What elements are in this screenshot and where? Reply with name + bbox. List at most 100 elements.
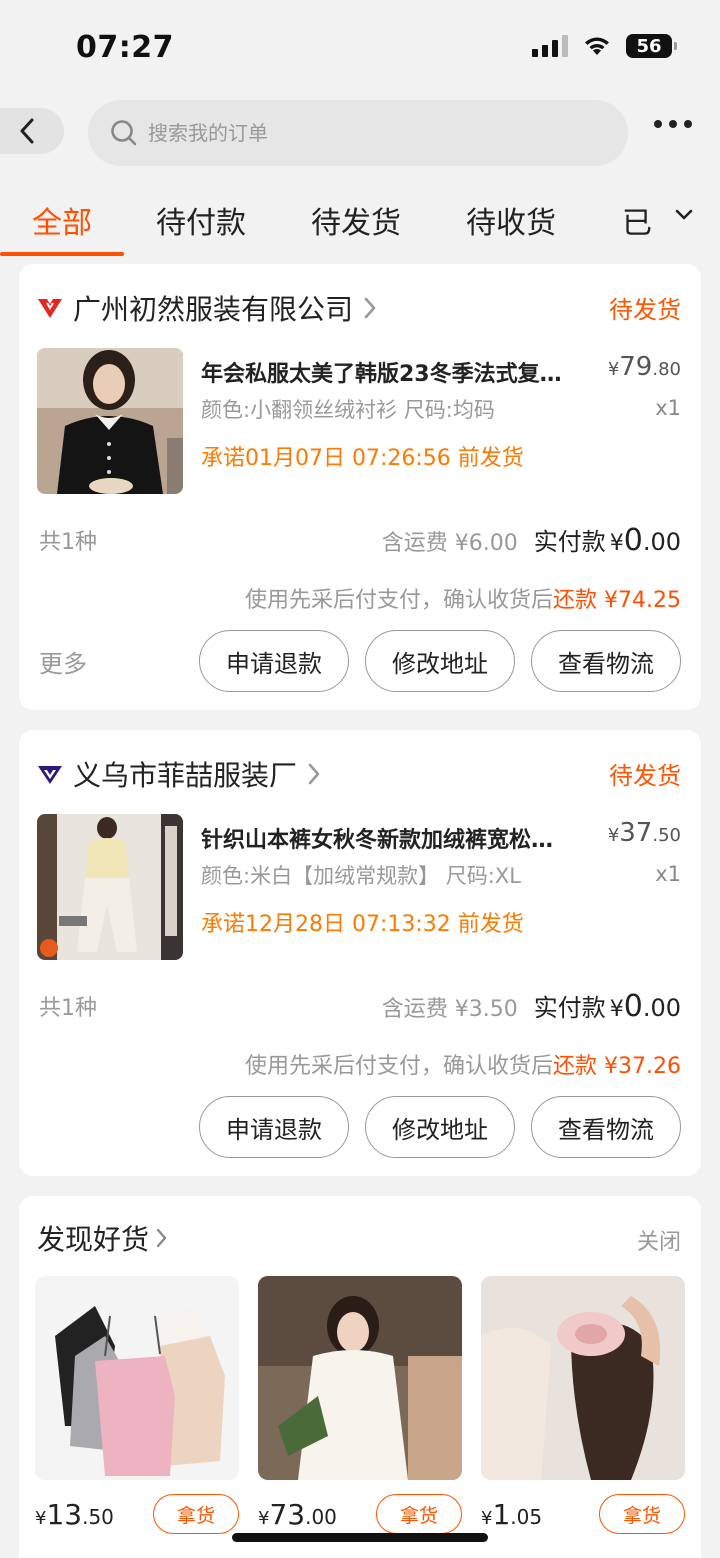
status-bar: 07:27 56 — [0, 0, 720, 92]
more-actions-link[interactable]: 更多 — [39, 644, 87, 679]
product-price: ¥1.05 — [481, 1498, 542, 1531]
discover-title-link[interactable]: 发现好货 — [37, 1218, 167, 1258]
pay-later-note: 使用先采后付支付，确认收货后还款 ¥37.26 — [245, 1048, 681, 1080]
active-tab-indicator — [0, 252, 124, 256]
search-icon — [111, 120, 137, 146]
chevron-left-icon — [20, 118, 34, 144]
price-currency: ¥ — [481, 1508, 493, 1529]
shop-badge-icon — [38, 766, 62, 784]
pay-later-text: 使用先采后付支付，确认收货后 — [245, 588, 554, 613]
order-card: 广州初然服装有限公司 待发货 年会私服太美了韩版23冬季法式复古丝绒衬衫 颜色:… — [19, 264, 701, 710]
price-integer: 79 — [619, 352, 653, 382]
product-quantity: x1 — [655, 396, 681, 420]
grab-goods-button[interactable]: 拿货 — [153, 1494, 239, 1534]
status-time: 07:27 — [76, 30, 174, 65]
tab-pending-receipt[interactable]: 待收货 — [466, 198, 556, 242]
pay-later-note: 使用先采后付支付，确认收货后还款 ¥74.25 — [245, 582, 681, 614]
paid-label: 实付款 — [533, 994, 606, 1022]
cellular-signal-icon — [532, 35, 568, 57]
price-currency: ¥ — [607, 359, 620, 380]
item-kinds-count: 共1种 — [39, 530, 97, 555]
view-logistics-button[interactable]: 查看物流 — [531, 1096, 681, 1158]
paid-currency: ¥ — [609, 997, 624, 1022]
discover-close-button[interactable]: 关闭 — [637, 1224, 681, 1256]
shop-header[interactable]: 义乌市菲喆服装厂 — [37, 754, 321, 794]
grab-goods-button[interactable]: 拿货 — [599, 1494, 685, 1534]
paid-decimal: .00 — [642, 528, 681, 556]
paid-decimal: .00 — [642, 994, 681, 1022]
more-options-button[interactable] — [654, 120, 692, 128]
tab-all[interactable]: 全部 — [32, 198, 92, 242]
modify-address-button[interactable]: 修改地址 — [365, 1096, 515, 1158]
price-decimal: .05 — [510, 1505, 543, 1529]
paid-currency: ¥ — [609, 531, 624, 556]
product-image[interactable] — [35, 1276, 239, 1480]
product-title[interactable]: 针织山本裤女秋冬新款加绒裤宽松阔腿裤 — [201, 822, 573, 854]
tab-pending-payment[interactable]: 待付款 — [156, 198, 246, 242]
shop-header[interactable]: 广州初然服装有限公司 — [37, 288, 377, 328]
back-button[interactable] — [0, 108, 64, 154]
shipping-fee: 含运费 ¥3.50 — [381, 997, 518, 1022]
shop-name[interactable]: 义乌市菲喆服装厂 — [73, 754, 297, 794]
order-status: 待发货 — [609, 296, 681, 324]
price-decimal: .50 — [652, 825, 681, 846]
product-title[interactable]: 年会私服太美了韩版23冬季法式复古丝绒衬衫 — [201, 356, 573, 388]
item-kinds-count: 共1种 — [39, 996, 97, 1021]
product-thumbnail[interactable] — [37, 814, 183, 960]
product-quantity: x1 — [655, 862, 681, 886]
product-price: ¥79.80 — [608, 352, 681, 382]
grab-goods-button[interactable]: 拿货 — [376, 1494, 462, 1534]
wifi-icon — [585, 37, 609, 55]
request-refund-button[interactable]: 申请退款 — [199, 1096, 349, 1158]
modify-address-button[interactable]: 修改地址 — [365, 630, 515, 692]
shop-name[interactable]: 广州初然服装有限公司 — [73, 288, 353, 328]
shipping-fee: 含运费 ¥6.00 — [381, 531, 518, 556]
status-icons: 56 — [532, 34, 677, 58]
product-image[interactable] — [258, 1276, 462, 1480]
price-decimal: .80 — [652, 359, 681, 380]
product-price: ¥13.50 — [35, 1498, 114, 1531]
chevron-down-icon[interactable] — [674, 208, 694, 222]
chevron-right-icon — [308, 763, 320, 785]
product-thumbnail[interactable] — [37, 348, 183, 494]
search-bar[interactable] — [88, 100, 628, 166]
discover-title: 发现好货 — [37, 1223, 150, 1256]
view-logistics-button[interactable]: 查看物流 — [531, 630, 681, 692]
price-decimal: .50 — [82, 1505, 114, 1529]
pay-later-text: 使用先采后付支付，确认收货后 — [245, 1054, 554, 1079]
chevron-right-icon — [156, 1228, 167, 1248]
order-status: 待发货 — [609, 762, 681, 790]
price-integer: 1 — [492, 1498, 511, 1531]
request-refund-button[interactable]: 申请退款 — [199, 630, 349, 692]
product-spec: 颜色:米白【加绒常规款】 尺码:XL — [201, 864, 521, 888]
price-integer: 13 — [46, 1498, 83, 1531]
order-card: 义乌市菲喆服装厂 待发货 针织山本裤女秋冬新款加绒裤宽松阔腿裤 颜色:米白【加绒… — [19, 730, 701, 1176]
product-price: ¥73.00 — [258, 1498, 337, 1531]
paid-label: 实付款 — [533, 528, 606, 556]
battery-icon: 56 — [626, 34, 677, 58]
product-price: ¥37.50 — [608, 818, 681, 848]
product-image[interactable] — [481, 1276, 685, 1480]
price-decimal: .00 — [305, 1505, 337, 1529]
order-tabs: 全部 待付款 待发货 待收货 已 — [0, 186, 720, 258]
shipping-promise: 承诺12月28日 07:13:32 前发货 — [201, 912, 524, 937]
shipping-promise: 承诺01月07日 07:26:56 前发货 — [201, 446, 524, 471]
payment-summary: 含运费 ¥3.50 实付款 ¥ 0 .00 — [382, 988, 681, 1024]
home-indicator[interactable] — [232, 1533, 488, 1542]
price-currency: ¥ — [35, 1508, 47, 1529]
payment-summary: 含运费 ¥6.00 实付款 ¥ 0 .00 — [382, 522, 681, 558]
repayment-amount: 还款 ¥74.25 — [553, 588, 681, 613]
price-integer: 37 — [619, 818, 653, 848]
product-card[interactable]: ¥13.50 拿货 — [35, 1276, 239, 1534]
tab-completed[interactable]: 已 — [622, 198, 652, 242]
product-card[interactable]: ¥73.00 拿货 — [258, 1276, 462, 1534]
paid-integer: 0 — [623, 523, 643, 558]
tab-pending-shipment[interactable]: 待发货 — [311, 198, 401, 242]
shop-badge-icon — [38, 299, 62, 318]
chevron-right-icon — [364, 297, 376, 319]
search-header — [0, 96, 720, 168]
product-spec: 颜色:小翻领丝绒衬衫 尺码:均码 — [201, 398, 495, 422]
search-input[interactable] — [148, 121, 568, 145]
paid-integer: 0 — [623, 989, 643, 1024]
product-card[interactable]: ¥1.05 拿货 — [481, 1276, 685, 1534]
